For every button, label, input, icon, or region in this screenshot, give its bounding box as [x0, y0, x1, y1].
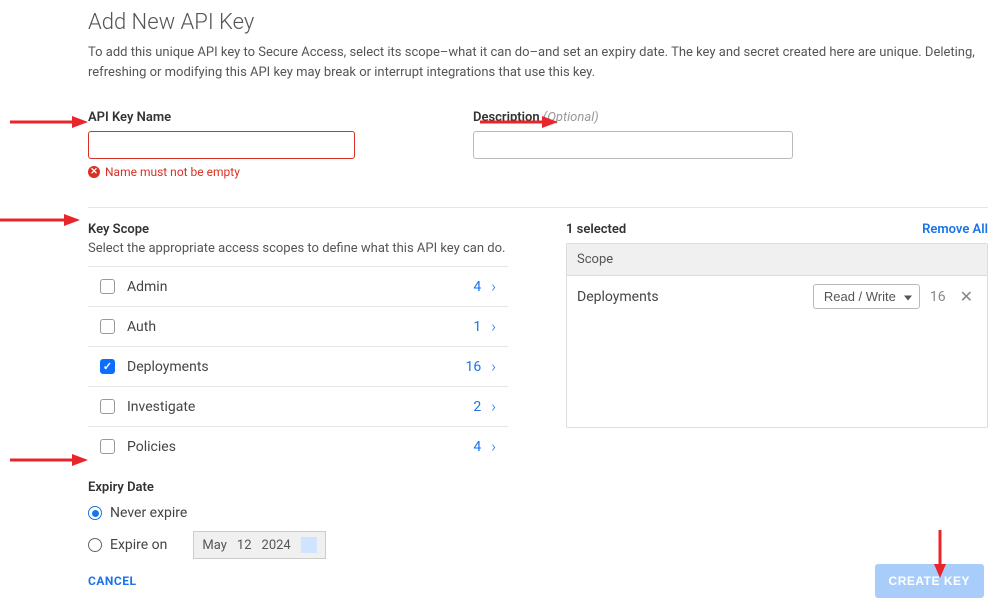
scope-item[interactable]: Policies4 › [88, 427, 508, 456]
key-scope-label: Key Scope [88, 222, 508, 237]
page-title: Add New API Key [88, 10, 998, 35]
scope-checkbox[interactable] [100, 279, 115, 294]
scope-checkbox[interactable] [100, 439, 115, 454]
description-label: Description (Optional) [473, 110, 793, 125]
scope-item-count: 2 [473, 399, 481, 415]
create-key-button[interactable]: CREATE KEY [875, 564, 984, 598]
calendar-icon [301, 537, 317, 553]
expiry-label: Expiry Date [88, 480, 998, 495]
remove-all-link[interactable]: Remove All [922, 222, 988, 237]
chevron-right-icon: › [491, 277, 496, 296]
api-key-name-input[interactable] [88, 131, 355, 159]
chevron-right-icon: › [491, 437, 496, 456]
selected-count: 1 selected [566, 222, 626, 237]
selected-panel: Scope Deployments Read / Write 16 ✕ [566, 243, 988, 428]
expiry-date-input[interactable]: May 12 2024 [193, 531, 325, 559]
scope-checkbox[interactable] [100, 359, 115, 374]
scope-list[interactable]: Admin4›Auth1›Deployments16›Investigate2›… [88, 266, 508, 456]
description-input[interactable] [473, 131, 793, 159]
scope-item[interactable]: Investigate2 › [88, 387, 508, 427]
scope-checkbox[interactable] [100, 319, 115, 334]
key-scope-help: Select the appropriate access scopes to … [88, 241, 508, 256]
scope-item-count: 4 [473, 279, 481, 295]
api-key-name-label: API Key Name [88, 110, 355, 125]
selected-scope-name: Deployments [577, 289, 803, 305]
scope-item-count: 16 [465, 359, 481, 375]
scope-item-name: Policies [127, 439, 473, 455]
chevron-right-icon: › [491, 397, 496, 416]
permission-select[interactable]: Read / Write [813, 284, 920, 309]
scope-item-name: Auth [127, 319, 473, 335]
selected-row: Deployments Read / Write 16 ✕ [567, 276, 987, 317]
chevron-right-icon: › [491, 357, 496, 376]
expire-on-label: Expire on [110, 537, 167, 553]
remove-scope-button[interactable]: ✕ [956, 287, 977, 306]
scope-item[interactable]: Deployments16 › [88, 347, 508, 387]
cancel-button[interactable]: CANCEL [88, 574, 136, 588]
radio-expire-on[interactable] [88, 538, 102, 552]
page-description: To add this unique API key to Secure Acc… [88, 43, 978, 82]
section-divider [88, 207, 988, 208]
scope-item-name: Investigate [127, 399, 473, 415]
never-expire-label: Never expire [110, 505, 187, 521]
scope-item-name: Admin [127, 279, 473, 295]
selected-column-header: Scope [567, 244, 987, 276]
chevron-right-icon: › [491, 317, 496, 336]
scope-checkbox[interactable] [100, 399, 115, 414]
radio-never-expire[interactable] [88, 506, 102, 520]
scope-item[interactable]: Auth1 › [88, 307, 508, 347]
error-icon: ✕ [88, 166, 100, 178]
scope-item[interactable]: Admin4 › [88, 267, 508, 307]
api-key-name-error: ✕ Name must not be empty [88, 165, 355, 179]
scope-item-name: Deployments [127, 359, 465, 375]
selected-scope-count: 16 [930, 289, 946, 305]
scope-item-count: 4 [473, 439, 481, 455]
scope-item-count: 1 [473, 319, 481, 335]
